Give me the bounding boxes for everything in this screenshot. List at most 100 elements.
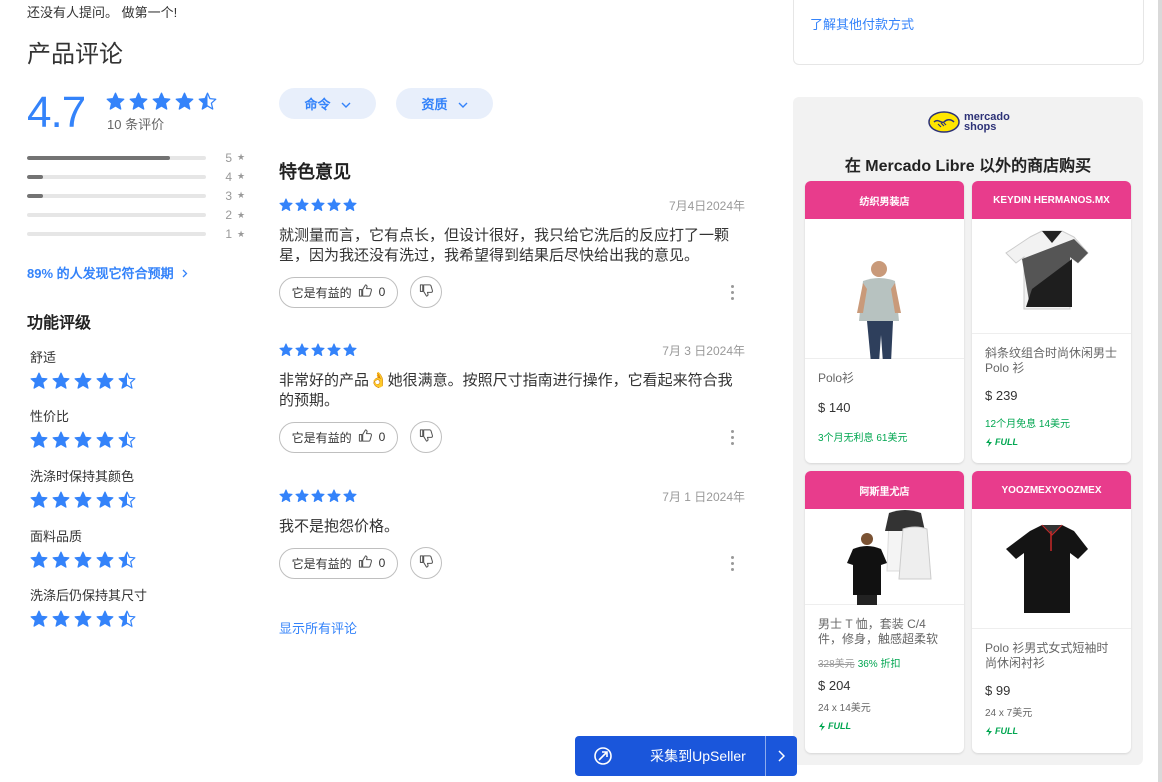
discount: 36% 折扣 <box>857 659 901 670</box>
feature-stars <box>30 610 147 628</box>
star-icon: ★ <box>237 228 246 239</box>
review-stars <box>279 489 357 503</box>
more-options-icon[interactable] <box>727 555 737 571</box>
star-icon <box>30 610 48 628</box>
distribution-bar-fill <box>27 155 171 160</box>
review-text: 我不是抱怨价格。 <box>279 518 400 535</box>
review-date: 7月 1 日2024年 <box>662 489 745 504</box>
distribution-stars-label: 3 <box>225 188 232 203</box>
not-helpful-button[interactable] <box>410 276 442 308</box>
star-icon <box>343 489 357 503</box>
bolt-icon <box>986 437 992 447</box>
features-title: 功能评级 <box>27 315 92 332</box>
helpful-button[interactable]: 它是有益的 0 <box>279 547 398 579</box>
product-card[interactable]: KEYDIN HERMANOS.MX 斜条纹组合时尚休闲男士 Polo 衫 $ … <box>972 181 1131 463</box>
rocket-icon <box>575 746 631 766</box>
product-image <box>972 219 1131 334</box>
installments: 24 x 7美元 <box>985 708 1033 719</box>
no-questions-text: 还没有人提问。 做第一个! <box>27 5 178 20</box>
feature-rating: 舒适 <box>30 347 136 390</box>
helpful-count: 0 <box>378 285 386 299</box>
product-image <box>805 509 964 605</box>
product-card[interactable]: 纺织男装店 Polo衫 $ 140 3个月无利息 61美元 <box>805 181 964 463</box>
star-icon <box>106 92 125 111</box>
star-icon <box>30 551 48 569</box>
store-name: KEYDIN HERMANOS.MX <box>972 181 1131 219</box>
helpful-label: 它是有益的 <box>291 285 352 300</box>
not-helpful-button[interactable] <box>410 547 442 579</box>
distribution-row: 2 ★ <box>27 206 245 225</box>
product-name: 男士 T 恤，套装 C/4 件，修身，触感超柔软 <box>818 617 939 646</box>
feature-label: 性价比 <box>30 409 70 424</box>
payment-methods-link[interactable]: 了解其他付款方式 <box>810 14 914 33</box>
thumbs-up-icon <box>358 554 373 572</box>
quality-filter-button[interactable]: 资质 <box>396 88 493 119</box>
product-card[interactable]: 阿斯里尤店 男士 T 恤，套装 C/4 件，修身，触感超柔软 328美元 36% … <box>805 471 964 753</box>
show-all-reviews-link[interactable]: 显示所有评论 <box>279 618 357 637</box>
star-icon <box>96 610 114 628</box>
feature-rating: 洗涤后仍保持其尺寸 <box>30 585 147 628</box>
feature-label: 洗涤后仍保持其尺寸 <box>30 588 148 603</box>
more-options-icon[interactable] <box>727 284 737 300</box>
feature-label: 舒适 <box>30 350 57 365</box>
feature-stars <box>30 372 136 390</box>
star-icon <box>279 489 293 503</box>
full-badge: FULL <box>818 721 951 731</box>
helpful-button[interactable]: 它是有益的 0 <box>279 276 398 308</box>
review-text: 非常好的产品👌她很满意。按照尺寸指南进行操作，它看起来符合我的预期。 <box>279 372 733 409</box>
star-icon <box>96 491 114 509</box>
review-text: 就测量而言，它有点长，但设计很好，我只给它洗后的反应打了一颗星，因为我还没有洗过… <box>279 227 730 264</box>
star-icon <box>52 372 70 390</box>
full-label: FULL <box>995 437 1018 447</box>
order-filter-label: 命令 <box>304 97 331 112</box>
star-icon <box>52 610 70 628</box>
review-item: 7月4日2024年 就测量而言，它有点长，但设计很好，我只给它洗后的反应打了一颗星… <box>279 198 745 308</box>
thumbs-down-icon <box>419 283 434 301</box>
expectation-link-label: 89% 的人发现它符合预期 <box>27 266 174 281</box>
star-icon <box>30 491 48 509</box>
star-icon <box>118 610 136 628</box>
distribution-stars-label: 5 <box>225 150 232 165</box>
star-icon <box>118 491 136 509</box>
distribution-bar <box>27 232 206 237</box>
product-name: Polo 衫男式女式短袖时尚休闲衬衫 <box>985 641 1109 670</box>
chevron-down-icon <box>341 96 351 111</box>
full-badge: FULL <box>985 726 1118 736</box>
not-helpful-button[interactable] <box>410 421 442 453</box>
thumbs-up-icon <box>358 283 373 301</box>
distribution-stars-label: 2 <box>225 208 232 223</box>
helpful-count: 0 <box>378 556 386 570</box>
average-rating: 4.7 <box>27 88 86 137</box>
feature-label: 面料品质 <box>30 529 83 544</box>
reviews-title: 产品评论 <box>27 41 123 68</box>
helpful-button[interactable]: 它是有益的 0 <box>279 421 398 453</box>
star-icon <box>96 551 114 569</box>
star-icon: ★ <box>237 190 246 201</box>
order-filter-button[interactable]: 命令 <box>279 88 376 119</box>
product-price: $ 99 <box>985 683 1011 698</box>
star-icon <box>343 343 357 357</box>
star-icon: ★ <box>237 152 246 163</box>
scrollbar[interactable] <box>1158 0 1162 782</box>
distribution-bar <box>27 155 206 160</box>
star-icon <box>30 431 48 449</box>
chevron-down-icon <box>458 96 468 111</box>
star-icon <box>52 551 70 569</box>
product-card[interactable]: YOOZMEXYOOZMEX Polo 衫男式女式短袖时尚休闲衬衫 $ 99 2… <box>972 471 1131 753</box>
upseller-button[interactable]: 采集到UpSeller <box>575 736 797 776</box>
star-icon <box>311 489 325 503</box>
distribution-bar-fill <box>27 193 44 198</box>
star-icon <box>295 343 309 357</box>
installments: 24 x 14美元 <box>818 703 871 714</box>
featured-reviews-title: 特色意见 <box>279 162 351 182</box>
expectation-link[interactable]: 89% 的人发现它符合预期 <box>27 263 188 282</box>
review-item: 7月 3 日2024年 非常好的产品👌她很满意。按照尺寸指南进行操作，它看起来符合… <box>279 343 745 453</box>
full-badge: FULL <box>985 437 1118 447</box>
star-icon <box>327 343 341 357</box>
star-icon: ★ <box>237 209 246 220</box>
chevron-right-icon[interactable] <box>765 736 797 776</box>
product-image <box>972 509 1131 629</box>
product-name: Polo衫 <box>818 371 855 385</box>
more-options-icon[interactable] <box>727 429 737 445</box>
distribution-bar-fill <box>27 174 44 179</box>
